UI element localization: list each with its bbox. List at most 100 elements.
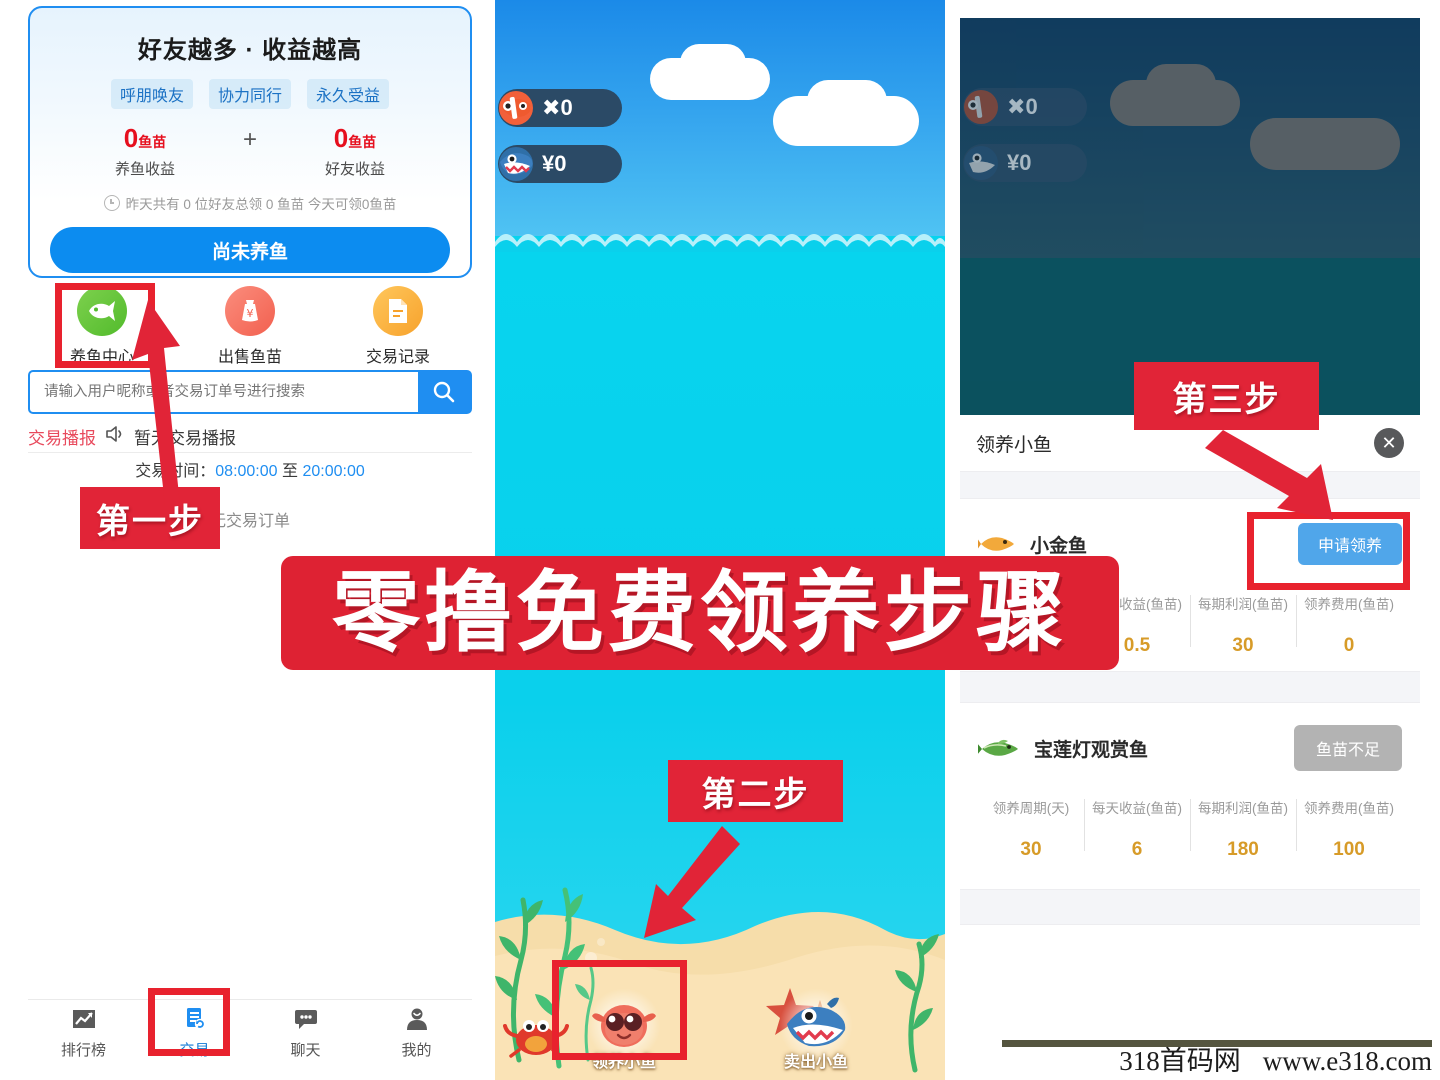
highlight-apply-adopt-button: [1247, 512, 1410, 590]
tab-ranking[interactable]: 排行榜: [28, 1000, 139, 1066]
watermark: 318首码网 www.e318.com: [1119, 1039, 1432, 1078]
highlight-trade-tab: [148, 988, 230, 1056]
step-two-badge: 第二步: [668, 760, 843, 822]
promo-tag: 永久受益: [307, 79, 390, 109]
clownfish-avatar-icon: [964, 90, 998, 124]
stat-friend-unit: 鱼苗: [348, 134, 377, 150]
search-bar[interactable]: [28, 370, 472, 414]
cloud-icon: [1146, 64, 1216, 104]
fish-row-tetra: 宝莲灯观赏鱼 鱼苗不足 领养周期(天) 30 每天收益(鱼苗) 6 每期利润(鱼…: [960, 703, 1420, 875]
broadcast-row: 交易播报 暂无交易播报: [28, 424, 472, 449]
goldfish-icon: [978, 537, 1014, 551]
highlight-adopt-fish-button: [552, 960, 687, 1060]
trade-time-start: 08:00:00: [215, 463, 278, 480]
trade-time: 交易时间：08:00:00 至 20:00:00: [28, 457, 472, 481]
trade-time-middle: 至: [282, 463, 299, 480]
tab-mine[interactable]: 我的: [361, 1000, 472, 1066]
stat-column: 领养费用(鱼苗) 0: [1296, 593, 1402, 657]
stat-own-value: 0: [123, 123, 139, 153]
plus-sign: +: [242, 126, 257, 153]
search-input[interactable]: [30, 372, 418, 412]
shark-avatar-icon: [964, 146, 998, 180]
tab-label: 聊天: [290, 1042, 321, 1059]
hud-symbol: ¥: [1007, 150, 1020, 175]
hud-symbol: ¥: [542, 151, 555, 176]
promo-tag-list: 呼朋唤友 协力同行 永久受益: [30, 79, 470, 109]
sheet-separator: [960, 471, 1420, 499]
promo-note-text: 昨天共有 0 位好友总领 0 鱼苗 今天可领0鱼苗: [125, 197, 397, 212]
tab-label: 我的: [401, 1042, 432, 1059]
hud-coin-balance[interactable]: ¥0: [498, 145, 622, 183]
hud-coin-balance-dim[interactable]: ¥0: [963, 144, 1087, 182]
stat-friend-earnings: 0鱼苗 好友收益: [280, 125, 430, 179]
promo-card: 好友越多 · 收益越高 呼朋唤友 协力同行 永久受益 0鱼苗 养鱼收益 + 0鱼…: [28, 6, 472, 278]
stat-column: 每期利润(鱼苗) 180: [1190, 797, 1296, 861]
sell-fish-button[interactable]: 卖出小鱼: [757, 988, 875, 1072]
bubble-icon: [597, 938, 605, 946]
trade-time-prefix: 交易时间：: [135, 463, 216, 480]
clownfish-avatar-icon: [499, 91, 533, 125]
main-banner: 零撸免费领养步骤: [281, 556, 1119, 670]
cloud-icon: [807, 80, 887, 122]
trade-time-end: 20:00:00: [302, 463, 365, 480]
stat-column: 每期利润(鱼苗) 30: [1190, 593, 1296, 657]
adopt-sheet: 领养小鱼 ✕ 小金鱼 申请领养 每天收益(鱼苗) 0.5 每期利润(鱼苗) 30…: [960, 415, 1420, 1032]
hud-fish-count-dim[interactable]: ✖ 0: [963, 88, 1087, 126]
promo-stats: 0鱼苗 养鱼收益 + 0鱼苗 好友收益: [30, 125, 470, 179]
quick-item-label: 交易记录: [365, 349, 430, 366]
stat-own-label: 养鱼收益: [114, 161, 175, 178]
promo-note: 昨天共有 0 位好友总领 0 鱼苗 今天可领0鱼苗: [30, 193, 470, 213]
highlight-fish-center: [55, 283, 155, 368]
fish-name: 小金鱼: [1030, 535, 1088, 557]
hud-pill[interactable]: ¥0: [498, 145, 622, 183]
stat-friend-label: 好友收益: [324, 161, 385, 178]
stat-own-unit: 鱼苗: [138, 134, 167, 150]
hud-value: 0: [1019, 150, 1032, 175]
insufficient-fry-button[interactable]: 鱼苗不足: [1293, 725, 1402, 771]
cloud-icon: [1250, 118, 1400, 170]
fish-name: 宝莲灯观赏鱼: [1034, 739, 1149, 761]
column-value: 180: [1227, 839, 1259, 860]
column-header: 每期利润(鱼苗): [1198, 801, 1288, 816]
wave-line: [495, 234, 945, 252]
hud-symbol: ✖: [542, 95, 561, 120]
column-header: 每期利润(鱼苗): [1198, 597, 1288, 612]
quick-item-label: 出售鱼苗: [217, 349, 282, 366]
sheet-separator: [960, 671, 1420, 703]
hud-pill[interactable]: ✖ 0: [963, 88, 1087, 126]
hud-fish-count[interactable]: ✖ 0: [498, 89, 622, 127]
search-icon[interactable]: [418, 372, 470, 412]
sell-fish-label: 卖出小鱼: [783, 1054, 848, 1071]
chart-icon: [72, 1010, 95, 1028]
quick-item-trade-record[interactable]: 交易记录: [324, 286, 472, 367]
quick-item-sell-fry[interactable]: ¥ 出售鱼苗: [176, 286, 324, 367]
watermark-url: www.e318.com: [1262, 1046, 1432, 1076]
not-yet-raising-button[interactable]: 尚未养鱼: [50, 227, 450, 273]
column-header: 每天收益(鱼苗): [1092, 801, 1182, 816]
tab-label: 排行榜: [60, 1042, 106, 1059]
divider: [28, 452, 472, 453]
hud-pill[interactable]: ¥0: [963, 144, 1087, 182]
column-value: 100: [1333, 839, 1365, 860]
column-value: 6: [1131, 839, 1143, 860]
hud-pill[interactable]: ✖ 0: [498, 89, 622, 127]
tetra-fish-icon: [978, 739, 1018, 756]
close-icon[interactable]: ✕: [1374, 428, 1404, 458]
hud-value: 0: [560, 95, 573, 120]
fish-name-row: 小金鱼: [978, 531, 1087, 558]
broadcast-text: 暂无交易播报: [134, 429, 236, 448]
svg-text:¥: ¥: [247, 307, 254, 320]
fish-stats-table: 领养周期(天) 30 每天收益(鱼苗) 6 每期利润(鱼苗) 180 领养费用(…: [978, 797, 1402, 861]
promo-title: 好友越多 · 收益越高: [137, 37, 363, 64]
step-three-badge: 第三步: [1134, 362, 1319, 430]
step-one-badge: 第一步: [80, 487, 220, 549]
tab-chat[interactable]: 聊天: [250, 1000, 361, 1066]
speaker-icon: [105, 425, 125, 448]
column-value: 30: [1232, 635, 1254, 656]
watermark-site: 318首码网: [1119, 1046, 1241, 1076]
column-header: 领养费用(鱼苗): [1304, 597, 1394, 612]
promo-tag: 呼朋唤友: [110, 79, 193, 109]
stat-column: 领养费用(鱼苗) 100: [1296, 797, 1402, 861]
money-bag-icon: ¥: [225, 286, 275, 336]
hud-value: 0: [1025, 94, 1038, 119]
